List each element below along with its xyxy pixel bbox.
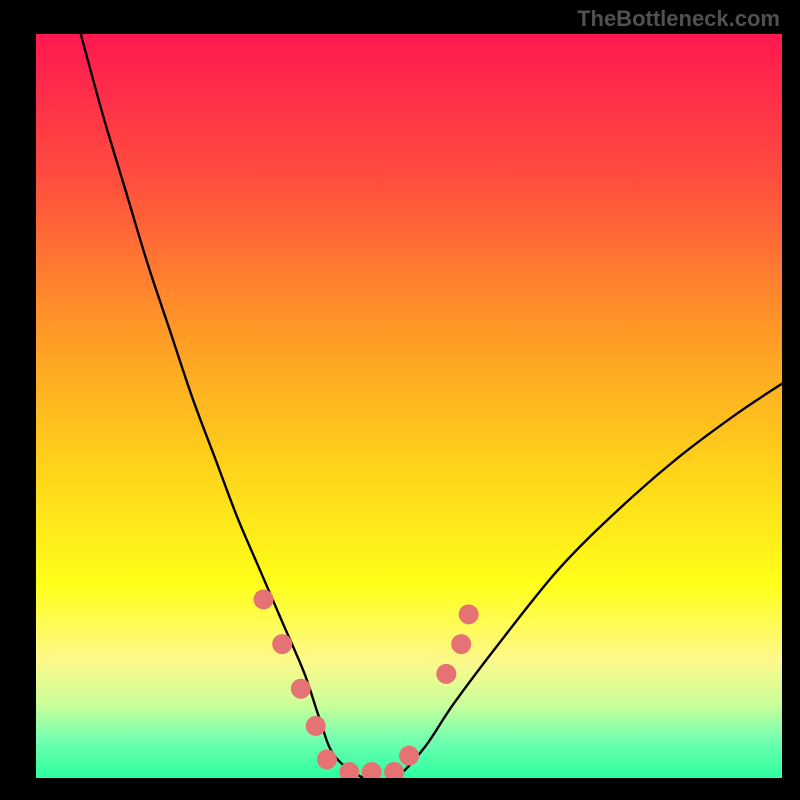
highlight-dot <box>272 634 292 654</box>
watermark-text: TheBottleneck.com <box>577 6 780 32</box>
highlight-dot <box>384 762 404 778</box>
highlight-markers <box>254 589 479 778</box>
highlight-dot <box>291 679 311 699</box>
highlight-dot <box>317 749 337 769</box>
highlight-dot <box>306 716 326 736</box>
chart-stage: TheBottleneck.com <box>0 0 800 800</box>
highlight-dot <box>362 762 382 778</box>
highlight-dot <box>459 604 479 624</box>
highlight-dot <box>451 634 471 654</box>
plot-area <box>36 34 782 778</box>
highlight-dot <box>399 746 419 766</box>
bottleneck-curve <box>81 34 782 778</box>
highlight-dot <box>436 664 456 684</box>
curve-layer <box>36 34 782 778</box>
highlight-dot <box>254 589 274 609</box>
